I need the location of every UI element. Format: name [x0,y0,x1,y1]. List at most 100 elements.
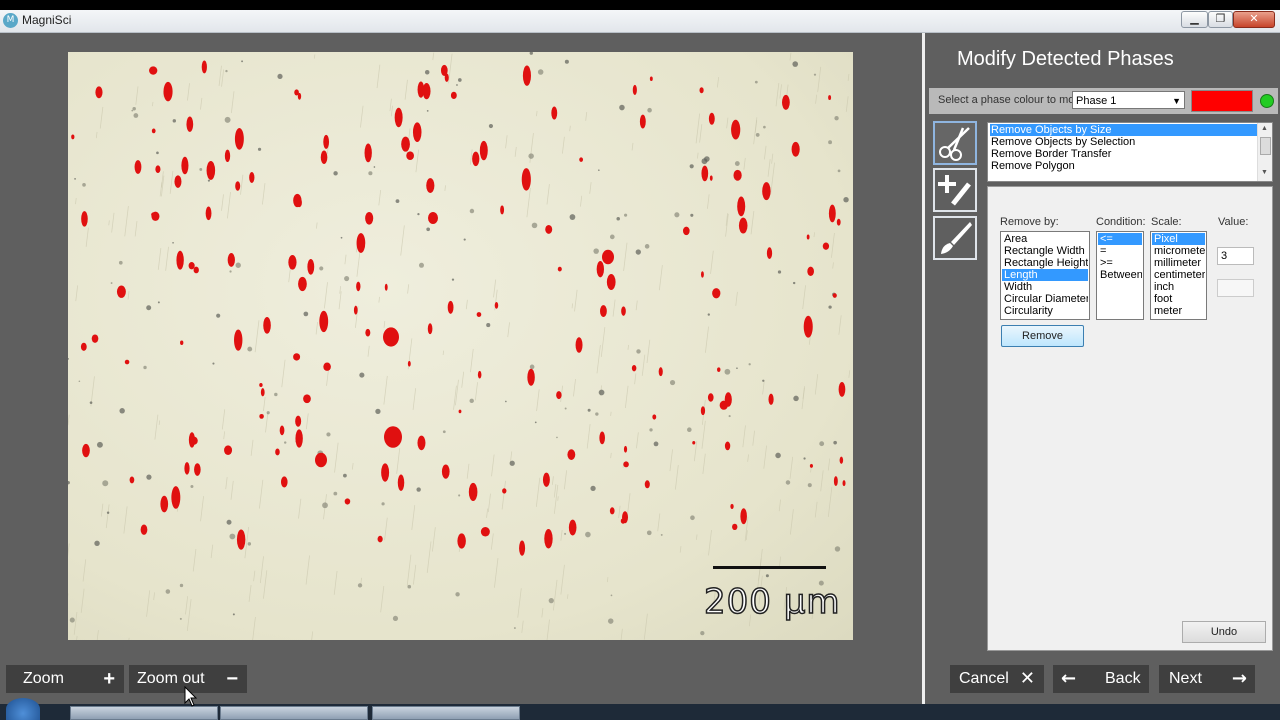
surface-pit [247,542,252,546]
method-list-item[interactable]: Remove Objects by Size [990,124,1257,136]
detected-particle [631,364,637,372]
start-button[interactable] [6,698,40,720]
surface-streak [80,588,85,613]
back-button[interactable]: ← Back [1053,665,1149,693]
surface-pit [344,276,350,282]
scale-option[interactable]: inch [1152,281,1205,293]
detected-particle [307,258,315,275]
method-list-item[interactable]: Remove Objects by Selection [990,136,1257,148]
surface-streak [323,282,328,309]
detected-particle [838,382,846,397]
surface-streak [461,371,465,388]
scale-option[interactable]: foot [1152,293,1205,305]
surface-pit [235,262,241,268]
detected-particle [263,316,271,334]
surface-streak [546,184,550,205]
detected-particle [365,328,371,337]
cancel-button[interactable]: Cancel ✕ [950,665,1044,693]
remove-by-option[interactable]: Rectangle Height [1002,257,1088,269]
scroll-down-icon[interactable]: ▼ [1261,169,1268,176]
scale-option[interactable]: Pixel [1152,233,1205,245]
surface-streak [778,499,781,512]
surface-pit [624,213,628,217]
zoom-in-label: Zoom [23,670,64,687]
remove-by-option[interactable]: Area [1002,233,1088,245]
method-list-scrollbar[interactable]: ▲ ▼ [1257,123,1272,181]
surface-streak [802,285,806,310]
surface-streak [552,579,558,611]
surface-pit [488,123,494,129]
zoom-in-button[interactable]: Zoom + [6,665,124,693]
detected-particle [297,92,302,100]
surface-pit [333,171,338,176]
phase-dropdown[interactable]: Phase 1 ▼ [1072,91,1185,109]
detected-particle [206,160,216,180]
detected-particle [828,204,836,223]
surface-pit [407,584,412,589]
scissors-tool-button[interactable] [933,121,977,165]
surface-streak [127,291,130,300]
detected-particle [803,315,813,338]
close-icon: ✕ [1019,668,1035,689]
surface-streak [378,189,382,206]
surface-streak [298,498,302,519]
remove-by-option[interactable]: Length [1002,269,1088,281]
taskbar-item[interactable] [372,706,520,720]
remove-by-option[interactable]: Circular Diameter [1002,293,1088,305]
condition-option[interactable]: >= [1098,257,1142,269]
method-list-item[interactable]: Remove Border Transfer [990,148,1257,160]
surface-streak [762,380,765,395]
surface-pit [777,270,782,274]
taskbar-item[interactable] [220,706,368,720]
brush-tool-button[interactable] [933,216,977,260]
surface-pit [763,125,766,129]
remove-by-option[interactable]: Width [1002,281,1088,293]
scale-listbox[interactable]: Pixel micrometer millimeter centimeter inch f… [1150,231,1207,320]
maximize-button[interactable]: ❐ [1208,11,1233,28]
taskbar-item[interactable] [70,706,218,720]
surface-streak [200,496,204,522]
detected-particle [205,206,212,221]
surface-pit [179,617,182,620]
scale-option[interactable]: millimeter [1152,257,1205,269]
surface-streak [535,477,541,507]
surface-streak [606,577,609,583]
surface-pit [513,627,516,629]
remove-button[interactable]: Remove [1001,325,1084,347]
condition-listbox[interactable]: <= = >= Between [1096,231,1144,320]
close-button[interactable]: ✕ [1233,11,1275,28]
scale-option[interactable]: meter [1152,305,1205,317]
minimize-button[interactable]: ▁ [1181,11,1208,28]
add-edit-tool-button[interactable] [933,168,977,212]
next-button[interactable]: Next → [1159,665,1255,693]
next-label: Next [1169,670,1202,687]
scrollbar-thumb[interactable] [1260,137,1271,155]
surface-streak [154,414,159,440]
phase-color-swatch[interactable] [1191,90,1253,112]
surface-streak [620,628,623,640]
condition-option[interactable]: Between [1098,269,1142,281]
micrograph-image[interactable]: 200 µm [68,52,853,640]
condition-option[interactable]: = [1098,245,1142,257]
detected-particle [724,441,731,451]
scale-option[interactable]: centimeter [1152,269,1205,281]
condition-option[interactable]: <= [1098,233,1142,245]
value-input[interactable]: 3 [1217,247,1254,265]
undo-button[interactable]: Undo [1182,621,1266,643]
scale-option[interactable]: micrometer [1152,245,1205,257]
surface-streak [569,125,571,132]
value-input-secondary[interactable] [1217,279,1254,297]
surface-pit [556,436,558,439]
detected-particle [457,533,466,549]
remove-by-listbox[interactable]: Area Rectangle Width Rectangle Height Lengt… [1000,231,1090,320]
remove-by-option[interactable]: Circularity [1002,305,1088,317]
method-list-item[interactable]: Remove Polygon [990,160,1257,172]
method-list[interactable]: Remove Objects by Size Remove Objects by … [987,122,1273,182]
scroll-up-icon[interactable]: ▲ [1261,125,1268,132]
surface-streak [789,52,792,61]
detected-particle [544,529,553,549]
detected-particle [140,524,148,535]
remove-by-option[interactable]: Rectangle Width [1002,245,1088,257]
surface-pit [232,613,235,616]
surface-pit [765,574,769,578]
